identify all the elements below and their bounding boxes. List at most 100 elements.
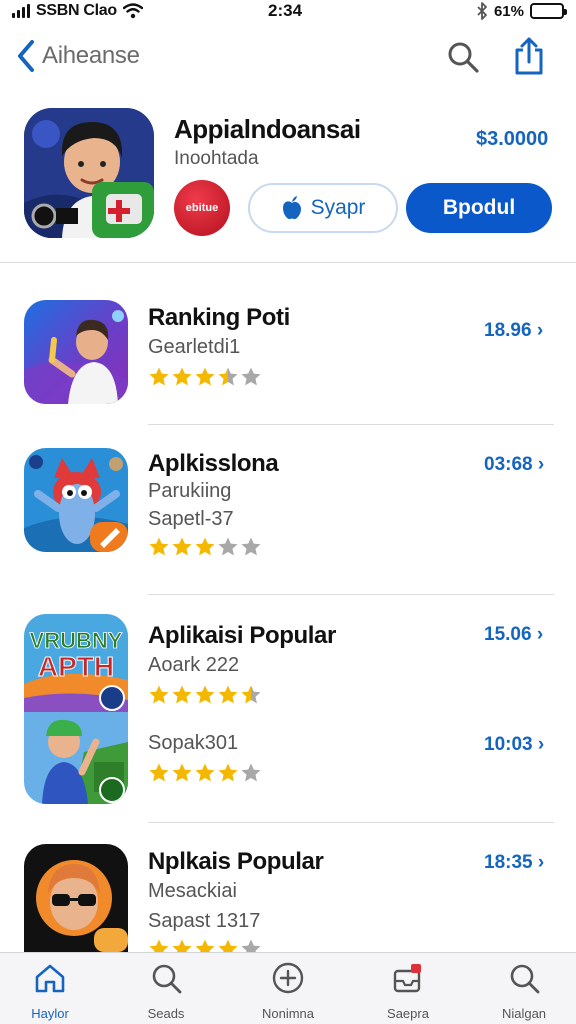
star-icon — [218, 685, 238, 704]
status-left: SSBN Clao — [12, 2, 143, 20]
tab-search-label: Seads — [147, 1006, 185, 1021]
star-rating — [148, 762, 262, 784]
list-item[interactable]: Sopak301 10:03 › — [0, 712, 576, 808]
nav-bar: Aiheanse — [0, 30, 576, 86]
tab-bar: Haylor Seads Nonimna Saepra Nialgan — [0, 952, 576, 1024]
app-icon — [24, 300, 128, 404]
app-subtitle-2: Sapetl-37 — [148, 508, 234, 530]
chevron-right-icon: › — [537, 852, 545, 873]
tab-search[interactable]: Seads — [126, 961, 206, 1021]
game-title-line2: APTH — [38, 651, 114, 682]
app-price[interactable]: 03:68 › — [484, 454, 544, 476]
search-icon — [152, 964, 182, 994]
tab-inbox-label: Saepra — [387, 1006, 429, 1021]
wifi-icon — [122, 3, 143, 19]
back-button[interactable]: Aiheanse — [16, 38, 140, 74]
star-rating — [148, 366, 262, 388]
primary-button[interactable]: Bpodul — [406, 183, 552, 233]
app-icon — [24, 712, 128, 804]
primary-button-label: Bpodul — [442, 196, 516, 219]
featured-badge[interactable]: ebitue — [174, 180, 230, 236]
tab-home[interactable]: Haylor — [10, 961, 90, 1021]
featured-price[interactable]: $3.0000 — [476, 128, 548, 151]
app-price[interactable]: 18.96 › — [484, 320, 543, 342]
star-icon — [195, 685, 215, 704]
star-icon — [218, 763, 238, 782]
row-divider — [148, 424, 554, 425]
battery-percent: 61% — [493, 2, 524, 20]
chevron-right-icon: › — [537, 454, 545, 475]
signal-icon — [12, 4, 30, 18]
chevron-right-icon: › — [537, 734, 545, 755]
star-icon — [149, 685, 169, 704]
app-icon-avatar-image — [24, 844, 128, 952]
tab-explore-label: Nialgan — [501, 1006, 547, 1021]
game-title-line1: VRUBNY — [30, 628, 123, 653]
back-label: Aiheanse — [42, 42, 140, 69]
star-icon — [172, 763, 192, 782]
featured-badge-text: ebitue — [185, 202, 219, 214]
app-subtitle: Parukiing — [148, 480, 232, 502]
star-icon — [241, 685, 261, 704]
star-rating — [148, 684, 262, 706]
status-time: 2:34 — [268, 1, 303, 20]
star-icon — [172, 685, 192, 704]
star-icon — [149, 537, 169, 556]
status-right: 61% — [476, 2, 567, 20]
inbox-icon — [393, 964, 421, 993]
tab-home-label: Haylor — [31, 1006, 69, 1021]
featured-app-icon[interactable] — [24, 108, 154, 238]
featured-app: Appialndoansai Inoohtada $3.0000 ebitue … — [0, 100, 576, 260]
star-icon — [218, 367, 238, 386]
app-subtitle: Mesackiai — [148, 880, 237, 902]
section-divider — [0, 262, 576, 263]
app-price[interactable]: 18:35 › — [484, 852, 544, 874]
app-icon-game-image: VRUBNY APTH — [24, 614, 128, 712]
app-price-label: 15.06 — [484, 624, 532, 645]
search-icon[interactable] — [446, 40, 480, 74]
app-icon — [24, 448, 128, 552]
secondary-button-label: Syapr — [310, 196, 366, 219]
apple-icon — [282, 196, 301, 220]
home-icon — [35, 964, 65, 993]
app-title: Aplikaisi Popular — [148, 622, 336, 649]
chevron-right-icon: › — [536, 320, 544, 341]
star-icon — [149, 367, 169, 386]
star-icon — [241, 367, 261, 386]
tab-explore[interactable]: Nialgan — [484, 961, 564, 1021]
app-title: Nplkais Popular — [148, 848, 324, 875]
tab-inbox[interactable]: Saepra — [368, 961, 448, 1021]
app-subtitle-2: Sapast 1317 — [148, 910, 261, 932]
row-divider — [148, 822, 554, 823]
app-subtitle: Sopak301 — [148, 732, 239, 754]
app-title: Ranking Poti — [148, 304, 290, 331]
list-item[interactable]: VRUBNY APTH Aplikaisi Popular Aoark 222 … — [0, 612, 576, 712]
share-icon[interactable] — [512, 36, 546, 76]
battery-icon — [530, 3, 567, 19]
app-icon — [24, 844, 128, 952]
app-subtitle: Aoark 222 — [148, 654, 240, 676]
bluetooth-icon — [477, 2, 487, 20]
app-price-label: 03:68 — [484, 454, 533, 475]
chevron-left-icon — [18, 40, 34, 72]
status-bar: SSBN Clao 2:34 61% — [0, 0, 576, 26]
app-icon-monster-image — [24, 448, 128, 552]
secondary-button[interactable]: Syapr — [248, 183, 398, 233]
star-icon — [241, 763, 261, 782]
app-price[interactable]: 10:03 › — [484, 734, 544, 756]
app-icon-cartoon-image — [24, 712, 128, 804]
search-icon — [510, 964, 540, 994]
list-item[interactable]: Ranking Poti Gearletdi1 18.96 › — [0, 296, 576, 416]
star-icon — [172, 537, 192, 556]
star-icon — [195, 537, 215, 556]
list-item[interactable]: Nplkais Popular Mesackiai Sapast 1317 18… — [0, 840, 576, 958]
list-item[interactable]: Aplkisslona Parukiing Sapetl-37 03:68 › — [0, 444, 576, 574]
app-price-label: 10:03 — [484, 734, 533, 755]
app-title: Aplkisslona — [148, 450, 279, 477]
app-price-label: 18:35 — [484, 852, 533, 873]
star-icon — [149, 763, 169, 782]
plus-circle-icon — [272, 962, 304, 994]
star-rating — [148, 536, 262, 558]
tab-create[interactable]: Nonimna — [248, 961, 328, 1021]
app-price[interactable]: 15.06 › — [484, 624, 543, 646]
